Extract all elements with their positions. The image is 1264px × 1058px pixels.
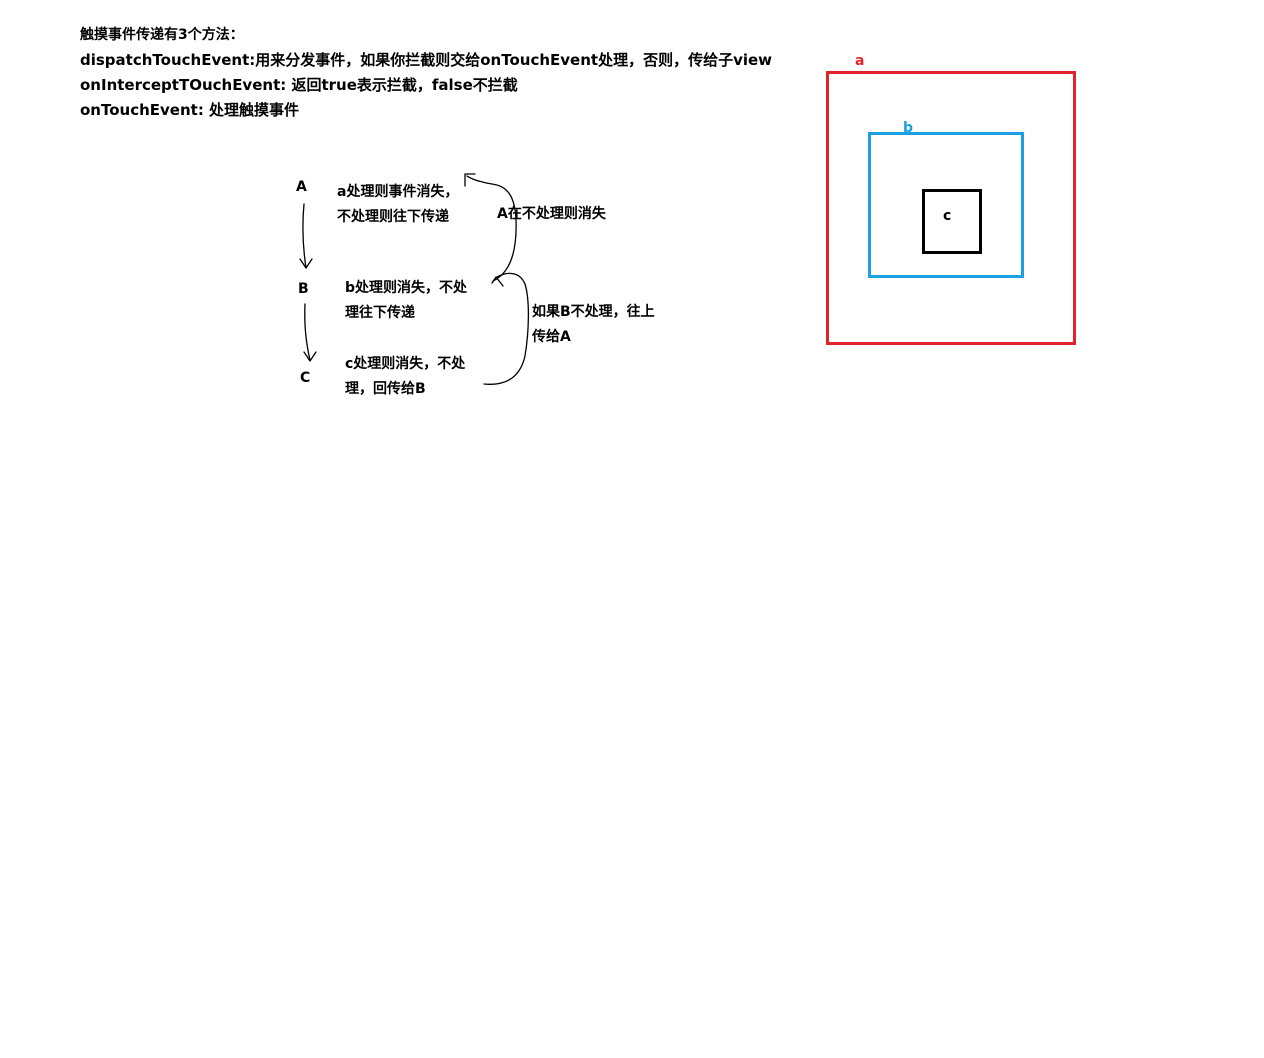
view-c-label: c xyxy=(943,208,952,224)
view-c-box xyxy=(922,189,982,254)
arrow-a-to-b xyxy=(302,203,307,269)
arrow-b-to-a xyxy=(466,175,517,282)
view-a-label: a xyxy=(855,53,865,69)
arrow-c-to-b xyxy=(483,272,530,385)
arrow-b-to-c xyxy=(304,303,311,361)
